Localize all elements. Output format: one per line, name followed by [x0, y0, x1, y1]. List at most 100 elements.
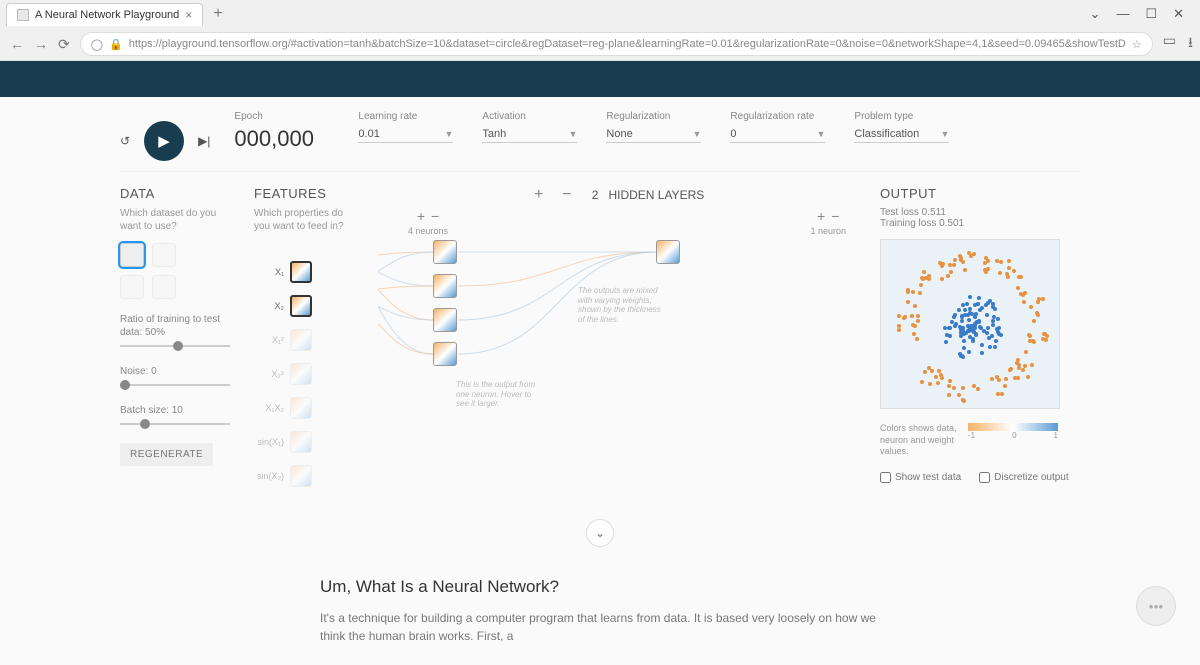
dataset-gauss[interactable] — [120, 275, 144, 299]
test-loss: Test loss 0.511 — [880, 207, 1080, 218]
neuron-l1-4[interactable] — [433, 342, 457, 366]
color-gradient — [968, 423, 1058, 431]
ratio-slider[interactable] — [120, 339, 230, 353]
bookmark-icon[interactable]: ☆ — [1132, 38, 1142, 51]
chevron-down-icon: ▼ — [693, 129, 702, 139]
browser-tab[interactable]: A Neural Network Playground × — [6, 3, 203, 26]
network-column: + − 2 HIDDEN LAYERS +− 4 neurons +− 1 ne… — [378, 186, 856, 495]
hint-weights: The outputs are mixed with varying weigh… — [578, 286, 668, 324]
top-controls: ↺ ▶ ▶| Epoch 000,000 Learning rate 0.01▼… — [120, 111, 1080, 172]
tab-title: A Neural Network Playground — [35, 9, 179, 21]
article-section: Um, What Is a Neural Network? It's a tec… — [320, 577, 880, 665]
hidden-layers-label: HIDDEN LAYERS — [608, 188, 704, 202]
features-column: FEATURES Which properties do you want to… — [254, 186, 354, 495]
feature-x1sq[interactable] — [290, 329, 312, 351]
problem-type-label: Problem type — [854, 111, 954, 122]
feature-label: X₁X₂ — [254, 403, 284, 413]
chevron-down-icon: ▼ — [569, 129, 578, 139]
url-bar[interactable]: ◯ 🔒 https://playground.tensorflow.org/#a… — [80, 32, 1153, 56]
tab-favicon — [17, 9, 29, 21]
maximize-icon[interactable]: ☐ — [1145, 6, 1157, 22]
noise-slider[interactable] — [120, 378, 230, 392]
remove-neuron-l2[interactable]: − — [831, 208, 839, 224]
data-subtitle: Which dataset do you want to use? — [120, 207, 230, 233]
chevron-down-icon: ▼ — [941, 129, 950, 139]
learning-rate-label: Learning rate — [358, 111, 458, 122]
activation-label: Activation — [482, 111, 582, 122]
problem-type-select[interactable]: Classification▼ — [854, 126, 949, 143]
reset-button[interactable]: ↺ — [120, 134, 130, 148]
epoch-label: Epoch — [234, 111, 334, 122]
feature-label: X₁ — [254, 267, 284, 277]
feature-x1[interactable] — [290, 261, 312, 283]
minimize-icon[interactable]: — — [1116, 6, 1129, 22]
feature-label: X₁² — [254, 335, 284, 345]
neuron-l2-1[interactable] — [656, 240, 680, 264]
data-title: DATA — [120, 186, 230, 201]
reader-icon[interactable]: ▭ — [1163, 32, 1176, 56]
feature-sinx1[interactable] — [290, 431, 312, 453]
feature-x1x2[interactable] — [290, 397, 312, 419]
browser-chrome: A Neural Network Playground × + ⌄ — ☐ ✕ … — [0, 0, 1200, 61]
app-header — [0, 61, 1200, 97]
batch-slider[interactable] — [120, 417, 230, 431]
article-heading: Um, What Is a Neural Network? — [320, 577, 880, 597]
shield-icon: ◯ — [91, 38, 103, 51]
training-loss: Training loss 0.501 — [880, 218, 1080, 229]
new-tab-button[interactable]: + — [207, 5, 228, 23]
add-neuron-l2[interactable]: + — [817, 208, 825, 224]
reload-button[interactable]: ⟳ — [58, 36, 70, 53]
reg-rate-select[interactable]: 0▼ — [730, 126, 825, 143]
expand-button[interactable]: ⌄ — [586, 519, 614, 547]
noise-label: Noise: 0 — [120, 365, 230, 378]
features-title: FEATURES — [254, 186, 354, 201]
hint-output: This is the output from one neuron. Hove… — [456, 380, 546, 409]
output-column: OUTPUT Test loss 0.511 Training loss 0.5… — [880, 186, 1080, 495]
activation-select[interactable]: Tanh▼ — [482, 126, 577, 143]
url-text: https://playground.tensorflow.org/#activ… — [129, 38, 1126, 50]
dataset-xor[interactable] — [152, 243, 176, 267]
dataset-circle[interactable] — [120, 243, 144, 267]
show-test-checkbox[interactable]: Show test data — [880, 472, 961, 483]
neuron-l1-3[interactable] — [433, 308, 457, 332]
chevron-down-icon[interactable]: ⌄ — [1090, 6, 1101, 22]
close-icon[interactable]: × — [185, 8, 192, 22]
nav-bar: ← → ⟳ ◯ 🔒 https://playground.tensorflow.… — [0, 28, 1200, 60]
help-fab[interactable]: ●●● — [1136, 586, 1176, 626]
feature-label: sin(X₂) — [254, 471, 284, 481]
chevron-down-icon: ▼ — [445, 129, 454, 139]
output-title: OUTPUT — [880, 186, 1080, 201]
article-body: It's a technique for building a computer… — [320, 609, 880, 645]
output-plot — [880, 239, 1060, 409]
forward-button[interactable]: → — [34, 36, 48, 52]
download-icon[interactable]: ⭳ — [1188, 32, 1193, 56]
remove-layer-button[interactable]: − — [558, 186, 576, 204]
back-button[interactable]: ← — [10, 36, 24, 52]
add-neuron-l1[interactable]: + — [417, 208, 425, 224]
chevron-down-icon: ▼ — [817, 129, 826, 139]
dataset-spiral[interactable] — [152, 275, 176, 299]
feature-x2sq[interactable] — [290, 363, 312, 385]
hidden-layers-count: 2 — [592, 188, 599, 202]
regenerate-button[interactable]: REGENERATE — [120, 443, 213, 466]
add-layer-button[interactable]: + — [530, 186, 548, 204]
features-subtitle: Which properties do you want to feed in? — [254, 207, 354, 233]
neuron-l1-2[interactable] — [433, 274, 457, 298]
feature-label: X₂ — [254, 301, 284, 311]
regularization-label: Regularization — [606, 111, 706, 122]
feature-x2[interactable] — [290, 295, 312, 317]
lock-icon: 🔒 — [109, 38, 123, 51]
feature-sinx2[interactable] — [290, 465, 312, 487]
discretize-checkbox[interactable]: Discretize output — [979, 472, 1068, 483]
feature-label: sin(X₁) — [254, 437, 284, 447]
learning-rate-select[interactable]: 0.01▼ — [358, 126, 453, 143]
step-button[interactable]: ▶| — [198, 134, 210, 148]
ratio-label: Ratio of training to test data: 50% — [120, 313, 230, 339]
batch-label: Batch size: 10 — [120, 404, 230, 417]
neuron-l1-1[interactable] — [433, 240, 457, 264]
close-window-icon[interactable]: ✕ — [1173, 6, 1184, 22]
feature-label: X₂² — [254, 369, 284, 379]
regularization-select[interactable]: None▼ — [606, 126, 701, 143]
remove-neuron-l1[interactable]: − — [431, 208, 439, 224]
play-button[interactable]: ▶ — [144, 121, 184, 161]
